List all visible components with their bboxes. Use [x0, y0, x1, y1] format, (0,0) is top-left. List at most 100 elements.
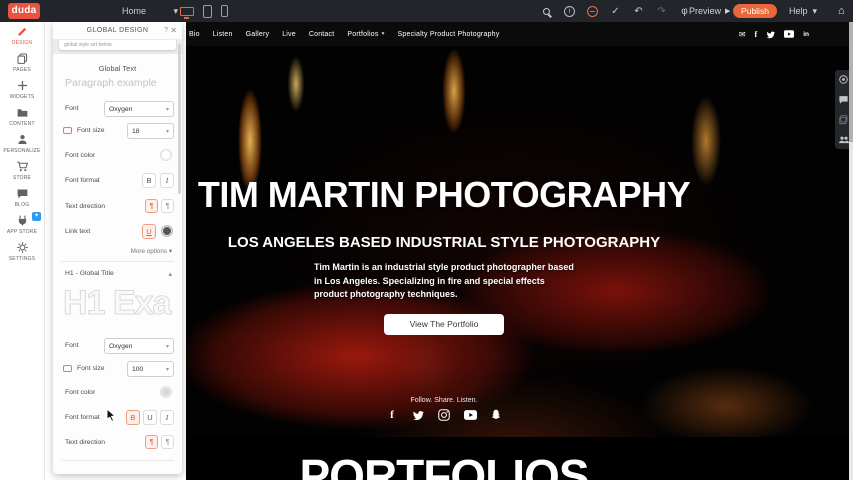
- redo-icon[interactable]: ↷: [655, 5, 668, 18]
- snapchat-icon[interactable]: [490, 408, 503, 421]
- h1-font-color-swatch[interactable]: [160, 386, 172, 398]
- sidebar-item-blog[interactable]: BLOG: [0, 184, 44, 211]
- scrolled-note: global style set below.: [59, 40, 176, 50]
- panel-title: GLOBAL DESIGN: [53, 22, 182, 40]
- youtube-icon[interactable]: [464, 408, 477, 421]
- comment-icon[interactable]: [838, 94, 849, 105]
- saved-check-icon[interactable]: ✓: [609, 5, 622, 18]
- sidebar-item-label: STORE: [13, 175, 31, 181]
- team-icon[interactable]: [838, 134, 850, 145]
- collapse-icon[interactable]: ▴: [168, 270, 172, 278]
- hero-content: TIM MARTIN PHOTOGRAPHY LOS ANGELES BASED…: [186, 46, 702, 437]
- nav-item-listen[interactable]: Listen: [213, 31, 233, 38]
- nav-item-contact[interactable]: Contact: [309, 31, 335, 38]
- text-direction-rtl-button[interactable]: ¶: [161, 199, 174, 213]
- global-text-heading: Global Text: [53, 64, 182, 73]
- follow-social-icons: f: [186, 408, 702, 421]
- chevron-down-icon: ▾: [166, 343, 169, 350]
- sidebar-item-widgets[interactable]: WIDGETS: [0, 76, 44, 103]
- panel-help-icon[interactable]: ?: [164, 22, 168, 40]
- instagram-icon[interactable]: [438, 408, 451, 421]
- desktop-view-icon[interactable]: [180, 7, 194, 16]
- nav-item-specialty[interactable]: Specialty Product Photography: [398, 31, 500, 38]
- sidebar-item-label: PERSONALIZE: [3, 148, 40, 154]
- hero-body-text: Tim Martin is an industrial style produc…: [314, 261, 576, 302]
- chevron-down-icon: ▾: [166, 366, 169, 373]
- h1-font-dropdown[interactable]: Oxygen ▾: [104, 338, 174, 354]
- mobile-view-icon[interactable]: [221, 5, 228, 17]
- home-icon[interactable]: ⌂: [838, 0, 845, 22]
- font-size-label: Font size: [77, 127, 105, 134]
- plug-icon: [16, 214, 29, 227]
- italic-button[interactable]: I: [160, 173, 174, 188]
- duda-logo[interactable]: duda: [8, 3, 40, 19]
- chevron-down-icon: ▾: [813, 6, 818, 17]
- pages-icon: [16, 52, 29, 65]
- scrollbar-thumb[interactable]: [849, 22, 853, 142]
- font-dropdown[interactable]: Oxygen ▾: [104, 101, 174, 117]
- site-nav-bar: Bio Listen Gallery Live Contact Portfoli…: [186, 22, 853, 46]
- font-dropdown-value: Oxygen: [109, 343, 132, 350]
- text-direction-ltr-button[interactable]: ¶: [145, 199, 158, 213]
- sidebar-item-store[interactable]: STORE: [0, 157, 44, 184]
- sidebar-item-personalize[interactable]: PERSONALIZE: [0, 130, 44, 157]
- chevron-down-icon: ▾: [166, 128, 169, 135]
- sidebar-item-content[interactable]: CONTENT: [0, 103, 44, 130]
- close-icon[interactable]: ✕: [170, 22, 177, 40]
- nav-item-portfolios[interactable]: Portfolios ▾: [347, 31, 384, 38]
- h1-section-heading: H1 - Global Title: [65, 270, 114, 277]
- sidebar-item-design[interactable]: DESIGN: [0, 22, 44, 49]
- sidebar-item-pages[interactable]: PAGES: [0, 49, 44, 76]
- view-portfolio-button[interactable]: View The Portfolio: [384, 314, 504, 335]
- camera-lens-icon[interactable]: [838, 74, 849, 85]
- info-icon[interactable]: i: [564, 6, 575, 17]
- folder-icon: [16, 106, 29, 119]
- global-design-panel: GLOBAL DESIGN ? ✕ global style set below…: [53, 22, 182, 474]
- scrolled-note-strip: global style set below.: [53, 40, 182, 54]
- linkedin-icon[interactable]: in: [803, 31, 809, 38]
- nav-item-bio[interactable]: Bio: [189, 31, 200, 38]
- page-selector[interactable]: Home ▾: [118, 4, 182, 18]
- hero-section: TIM MARTIN PHOTOGRAPHY LOS ANGELES BASED…: [186, 46, 853, 437]
- link-color-swatch[interactable]: [161, 225, 173, 237]
- nav-item-live[interactable]: Live: [282, 31, 296, 38]
- nav-item-gallery[interactable]: Gallery: [246, 31, 270, 38]
- help-menu[interactable]: Help ▾: [789, 0, 817, 22]
- text-direction-label: Text direction: [65, 439, 105, 446]
- more-options-label: More options: [131, 248, 167, 255]
- underline-button[interactable]: U: [142, 224, 156, 239]
- sidebar-item-settings[interactable]: SETTINGS: [0, 238, 44, 265]
- account-icon[interactable]: [587, 6, 598, 17]
- h1-font-size-dropdown[interactable]: 100 ▾: [127, 361, 174, 377]
- twitter-icon[interactable]: [412, 408, 425, 421]
- font-label: Font: [65, 342, 79, 349]
- sidebar-item-label: BLOG: [15, 202, 30, 208]
- facebook-icon[interactable]: f: [386, 408, 399, 421]
- panel-scrollbar[interactable]: [178, 44, 181, 194]
- browser-scrollbar[interactable]: [849, 22, 853, 480]
- chevron-down-icon: ▾: [382, 31, 385, 37]
- facebook-icon[interactable]: f: [755, 30, 758, 39]
- more-options-link[interactable]: More options ▾: [131, 248, 172, 255]
- search-icon[interactable]: [540, 5, 553, 18]
- person-icon: [16, 133, 29, 146]
- font-size-dropdown[interactable]: 18 ▾: [127, 123, 174, 139]
- italic-button[interactable]: I: [160, 410, 174, 425]
- sidebar-item-label: APP STORE: [7, 229, 37, 235]
- undo-icon[interactable]: ↶: [632, 5, 645, 18]
- tablet-view-icon[interactable]: [203, 5, 212, 18]
- twitter-icon[interactable]: [766, 30, 775, 39]
- email-icon[interactable]: ✉: [739, 30, 746, 39]
- text-direction-rtl-button[interactable]: ¶: [161, 435, 174, 449]
- bold-button[interactable]: B: [142, 173, 156, 188]
- preview-button[interactable]: Preview ▶: [689, 0, 730, 22]
- publish-button[interactable]: Publish: [733, 4, 777, 18]
- font-label: Font: [65, 105, 79, 112]
- sidebar-item-app-store[interactable]: ✦ APP STORE: [0, 211, 44, 238]
- bold-button[interactable]: B: [126, 410, 140, 425]
- youtube-icon[interactable]: [784, 30, 794, 38]
- font-color-swatch[interactable]: [160, 149, 172, 161]
- text-direction-ltr-button[interactable]: ¶: [145, 435, 158, 449]
- underline-button[interactable]: U: [143, 410, 157, 425]
- layers-icon[interactable]: [838, 114, 849, 125]
